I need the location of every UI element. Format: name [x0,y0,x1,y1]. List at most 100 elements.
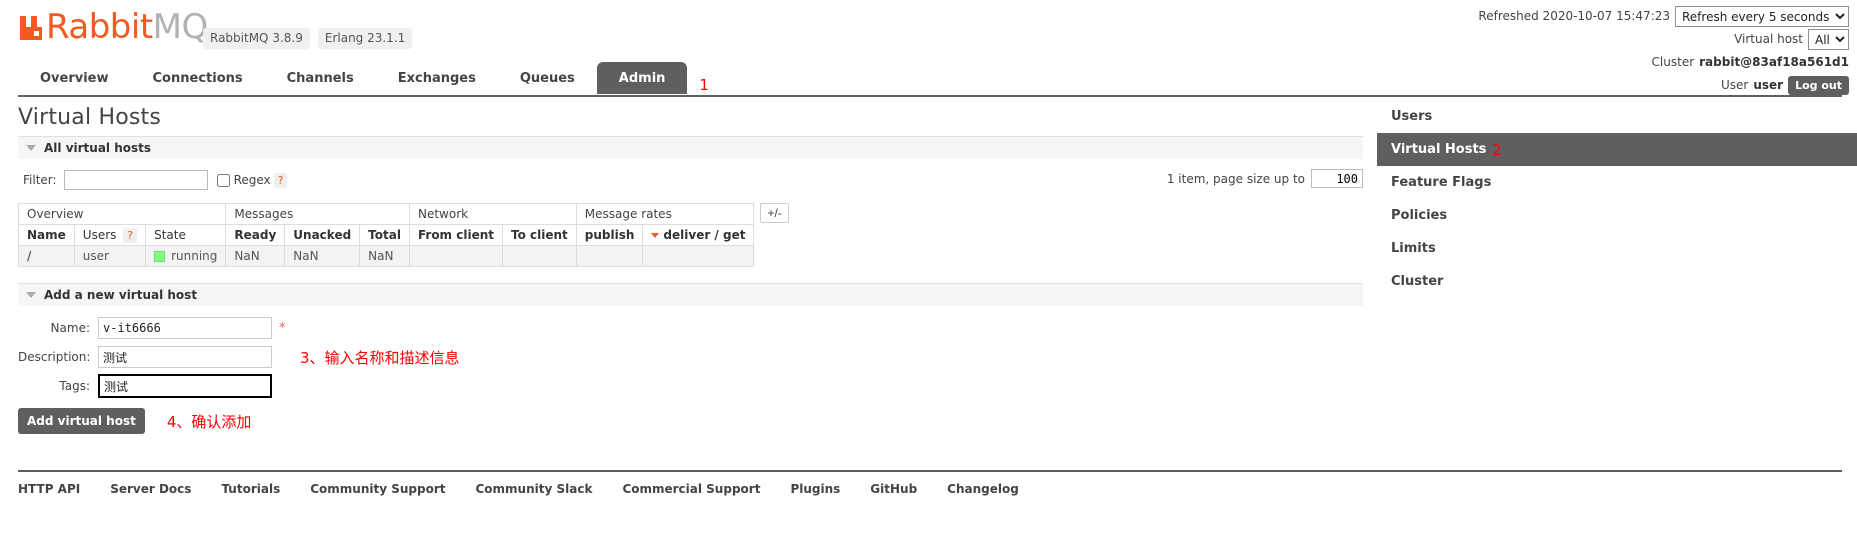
sidebar-item-feature-flags[interactable]: Feature Flags [1377,166,1857,199]
collapse-triangle-icon [26,292,36,298]
rabbitmq-version-pill: RabbitMQ 3.8.9 [203,28,310,49]
pagination-text: 1 item, page size up to [1166,171,1305,186]
cell-users: user [73,245,147,267]
column-header-name[interactable]: Name [18,224,75,246]
group-header-network: Network [408,203,577,225]
admin-sidebar: Users Virtual Hosts 2 Feature Flags Poli… [1377,100,1857,298]
section-add-virtual-host[interactable]: Add a new virtual host [18,283,1363,306]
page-size-input[interactable] [1311,169,1363,188]
cell-name[interactable]: / [18,245,75,267]
column-header-from-client[interactable]: From client [408,224,504,246]
refresh-row: Refreshed 2020-10-07 15:47:23 Refresh ev… [1478,6,1849,27]
cell-unacked: NaN [284,245,361,267]
rabbitmq-management-page: RabbitMQ TM RabbitMQ 3.8.9 Erlang 23.1.1… [0,0,1857,539]
tab-connections[interactable]: Connections [131,62,265,94]
erlang-version-pill: Erlang 23.1.1 [317,28,413,49]
cell-total: NaN [359,245,410,267]
name-input[interactable] [98,317,272,339]
tab-admin[interactable]: Admin [596,62,688,94]
logo-text-primary: Rabbit [46,7,153,47]
regex-label: Regex [233,173,271,187]
sidebar-item-virtual-hosts-label: Virtual Hosts [1391,142,1487,157]
footer-link-http-api[interactable]: HTTP API [18,482,80,496]
column-header-total[interactable]: Total [359,224,410,246]
sidebar-item-policies[interactable]: Policies [1377,199,1857,232]
rabbitmq-logo[interactable]: RabbitMQ TM [18,10,225,44]
tab-overview[interactable]: Overview [18,62,131,94]
section-add-virtual-host-label: Add a new virtual host [44,288,198,302]
virtual-hosts-table-wrap: Overview Messages Network Message rates … [17,203,1363,267]
group-header-messages: Messages [225,203,410,225]
add-virtual-host-section: Add a new virtual host Name: * Descripti… [18,283,1363,434]
sidebar-item-virtual-hosts[interactable]: Virtual Hosts 2 [1377,133,1857,166]
sidebar-item-cluster[interactable]: Cluster [1377,265,1857,298]
refresh-interval-select[interactable]: Refresh every 5 seconds [1675,6,1849,27]
vhost-filter-select[interactable]: All [1808,29,1849,50]
form-submit-row: Add virtual host 4、确认添加 [18,408,1363,434]
annotation-step-1: 1 [699,76,709,94]
sort-descending-icon [651,233,660,238]
form-row-description: Description: 3、输入名称和描述信息 [18,345,1363,369]
filter-row: Filter: Regex ? 1 item, page size up to [18,167,1363,193]
cell-publish [575,245,644,267]
tab-queues[interactable]: Queues [498,62,597,94]
cell-deliver-get [642,245,755,267]
state-running-icon [154,250,166,262]
page-header: RabbitMQ TM RabbitMQ 3.8.9 Erlang 23.1.1… [0,0,1857,95]
filter-label: Filter: [23,173,57,187]
column-header-unacked[interactable]: Unacked [284,224,361,246]
column-header-to-client[interactable]: To client [502,224,577,246]
sidebar-item-limits[interactable]: Limits [1377,232,1857,265]
add-virtual-host-form: Name: * Description: 3、输入名称和描述信息 Tags: A… [18,316,1363,434]
rabbitmq-logo-icon [18,14,44,42]
main-navigation: Overview Connections Channels Exchanges … [0,62,1857,95]
cell-to-client [502,245,577,267]
version-pills: RabbitMQ 3.8.9 Erlang 23.1.1 [203,28,413,49]
regex-checkbox[interactable] [216,173,230,187]
column-header-state[interactable]: State [145,224,227,246]
footer-link-server-docs[interactable]: Server Docs [110,482,191,496]
tab-exchanges[interactable]: Exchanges [376,62,498,94]
group-header-overview: Overview [17,203,227,225]
users-help-icon[interactable]: ? [123,228,138,243]
sidebar-item-users[interactable]: Users [1377,100,1857,133]
footer-link-community-slack[interactable]: Community Slack [475,482,592,496]
footer-link-tutorials[interactable]: Tutorials [221,482,280,496]
cell-state-label: running [171,249,218,263]
tab-channels[interactable]: Channels [265,62,376,94]
footer-link-github[interactable]: GitHub [870,482,917,496]
name-label: Name: [50,321,90,335]
footer-link-plugins[interactable]: Plugins [790,482,840,496]
description-input[interactable] [98,346,272,368]
main-content: Virtual Hosts All virtual hosts Filter: … [17,97,1363,434]
table-row: / user running NaN NaN NaN [18,245,755,267]
footer-links: HTTP API Server Docs Tutorials Community… [18,482,1019,496]
pagination-controls: 1 item, page size up to [1167,169,1363,188]
footer-divider [18,470,1842,472]
column-header-deliver-get[interactable]: deliver / get [642,224,755,246]
footer-link-commercial-support[interactable]: Commercial Support [622,482,760,496]
nav-tab-list: Overview Connections Channels Exchanges … [18,62,709,94]
virtual-hosts-table: Overview Messages Network Message rates … [17,203,755,267]
section-all-virtual-hosts[interactable]: All virtual hosts [18,136,1363,159]
cell-state: running [145,245,227,267]
annotation-step-4: 4、确认添加 [166,412,252,431]
vhost-row: Virtual host All [1478,29,1849,50]
regex-toggle[interactable]: Regex [216,173,271,187]
tags-input[interactable] [98,374,272,398]
filter-input[interactable] [63,170,208,190]
column-header-users[interactable]: Users ? [73,224,147,246]
column-header-publish[interactable]: publish [575,224,644,246]
footer-link-community-support[interactable]: Community Support [310,482,445,496]
add-virtual-host-button[interactable]: Add virtual host [18,408,145,434]
column-header-deliver-get-label: deliver / get [663,228,746,242]
regex-help-icon[interactable]: ? [273,172,288,188]
group-header-message-rates: Message rates [575,203,755,225]
vhost-filter-label: Virtual host [1734,32,1803,46]
required-asterisk-icon: * [279,320,286,336]
toggle-columns-button[interactable]: +/- [760,203,789,223]
footer-link-changelog[interactable]: Changelog [947,482,1019,496]
column-header-ready[interactable]: Ready [225,224,286,246]
tags-label: Tags: [59,379,90,393]
form-row-name: Name: * [18,316,1363,340]
